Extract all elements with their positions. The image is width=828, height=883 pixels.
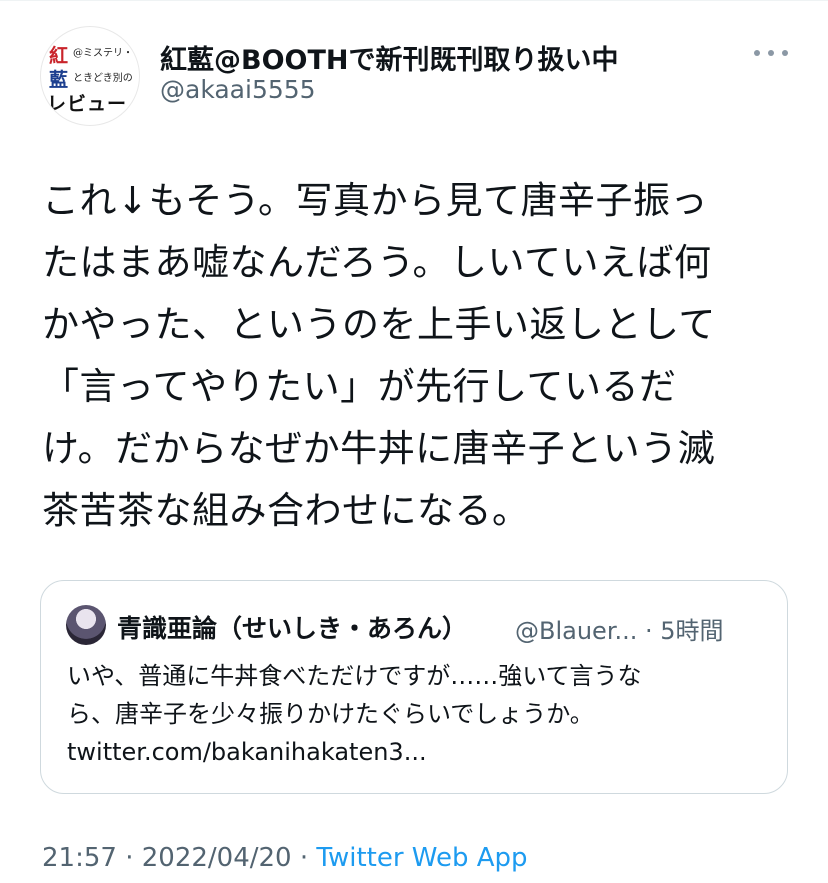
tweet-date[interactable]: 2022/04/20 — [142, 843, 292, 873]
more-options-icon[interactable] — [754, 40, 788, 66]
tweet-time[interactable]: 21:57 — [42, 843, 117, 873]
quoted-display-name: 青識亜論（せいしき・あろん） — [117, 614, 468, 643]
avatar-text-red: 紅 — [49, 45, 69, 67]
author-handle[interactable]: @akaai5555 — [160, 75, 316, 104]
quoted-text: いや、普通に牛丼食べただけですが……強いて言うな ら、唐辛子を少々振りかけたぐら… — [67, 662, 642, 766]
avatar-text-small-mid: ときどき別の — [73, 73, 133, 84]
more-dot — [754, 50, 760, 56]
avatar-text-blue: 藍 — [49, 69, 69, 91]
more-dot — [768, 50, 774, 56]
top-divider — [0, 0, 828, 1]
avatar-text-big: レビュー — [47, 93, 128, 115]
meta-separator: · — [291, 843, 317, 873]
quoted-handle-time: @Blauer... · 5時間 — [515, 617, 724, 645]
more-dot — [782, 50, 788, 56]
avatar-text-small-top: @ミステリ・ — [73, 48, 133, 59]
author-display-name[interactable]: 紅藍@BOOTHで新刊既刊取り扱い中 — [160, 38, 619, 77]
tweet-meta: 21:57 · 2022/04/20 · Twitter Web App — [42, 843, 528, 873]
quoted-tweet[interactable]: 青識亜論（せいしき・あろん） @Blauer... · 5時間 いや、普通に牛丼… — [40, 580, 788, 794]
tweet-text: これ↓もそう。写真から見て唐辛子振っ たはまあ嘘なんだろう。しいていえば何 かや… — [42, 179, 716, 532]
meta-separator: · — [116, 843, 142, 873]
tweet-source-link[interactable]: Twitter Web App — [316, 843, 527, 873]
quoted-avatar[interactable] — [66, 605, 106, 645]
author-avatar[interactable]: 紅 @ミステリ・ 藍 ときどき別の レビュー — [40, 26, 140, 126]
